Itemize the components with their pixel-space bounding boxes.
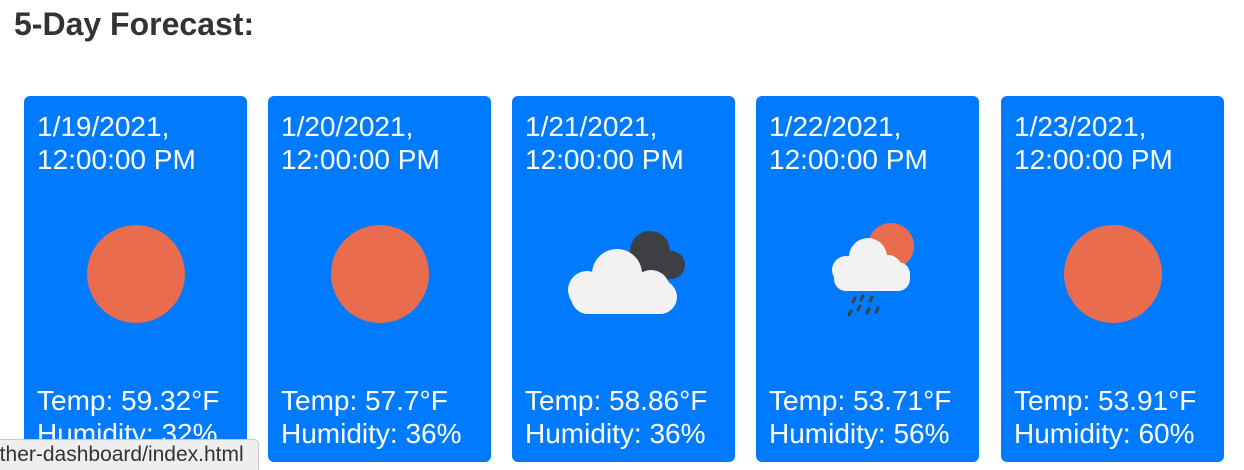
forecast-time-line: 12:00:00 PM — [525, 144, 684, 175]
forecast-humidity: Humidity: 36% — [281, 418, 462, 449]
forecast-humidity: Humidity: 60% — [1014, 418, 1195, 449]
forecast-humidity: Humidity: 56% — [769, 418, 950, 449]
sun-icon — [268, 218, 491, 330]
forecast-temp: Temp: 58.86°F — [525, 385, 708, 416]
forecast-card: 1/22/2021, 12:00:00 PM Temp: 53.71°F Hum… — [756, 96, 979, 462]
broken-clouds-icon — [512, 218, 735, 330]
forecast-humidity: Humidity: 36% — [525, 418, 706, 449]
forecast-temp: Temp: 57.7°F — [281, 385, 448, 416]
forecast-date: 1/20/2021, 12:00:00 PM — [281, 110, 481, 176]
forecast-date-line: 1/19/2021, — [37, 111, 170, 142]
forecast-card: 1/20/2021, 12:00:00 PM Temp: 57.7°F Humi… — [268, 96, 491, 462]
forecast-time-line: 12:00:00 PM — [37, 144, 196, 175]
forecast-temp: Temp: 59.32°F — [37, 385, 220, 416]
forecast-time-line: 12:00:00 PM — [1014, 144, 1173, 175]
sun-icon — [1001, 218, 1224, 330]
forecast-card: 1/21/2021, 12:00:00 PM Temp: 58.86°F Hum… — [512, 96, 735, 462]
forecast-date-line: 1/20/2021, — [281, 111, 414, 142]
forecast-time-line: 12:00:00 PM — [769, 144, 928, 175]
forecast-date-line: 1/21/2021, — [525, 111, 658, 142]
forecast-cards: 1/19/2021, 12:00:00 PM Temp: 59.32°F Hum… — [24, 96, 1234, 470]
forecast-date: 1/22/2021, 12:00:00 PM — [769, 110, 969, 176]
forecast-date-line: 1/22/2021, — [769, 111, 902, 142]
forecast-card: 1/19/2021, 12:00:00 PM Temp: 59.32°F Hum… — [24, 96, 247, 462]
forecast-date: 1/23/2021, 12:00:00 PM — [1014, 110, 1214, 176]
forecast-time-line: 12:00:00 PM — [281, 144, 440, 175]
sun-icon — [24, 218, 247, 330]
weather-dashboard-page: 5-Day Forecast: 1/19/2021, 12:00:00 PM T… — [0, 0, 1244, 470]
rain-sun-cloud-icon — [756, 218, 979, 330]
forecast-temp: Temp: 53.91°F — [1014, 385, 1197, 416]
link-status-bar: ather-dashboard/index.html — [0, 439, 259, 470]
forecast-date: 1/21/2021, 12:00:00 PM — [525, 110, 725, 176]
forecast-card: 1/23/2021, 12:00:00 PM Temp: 53.91°F Hum… — [1001, 96, 1224, 462]
forecast-date: 1/19/2021, 12:00:00 PM — [37, 110, 237, 176]
forecast-date-line: 1/23/2021, — [1014, 111, 1147, 142]
forecast-temp: Temp: 53.71°F — [769, 385, 952, 416]
forecast-heading: 5-Day Forecast: — [14, 6, 255, 42]
